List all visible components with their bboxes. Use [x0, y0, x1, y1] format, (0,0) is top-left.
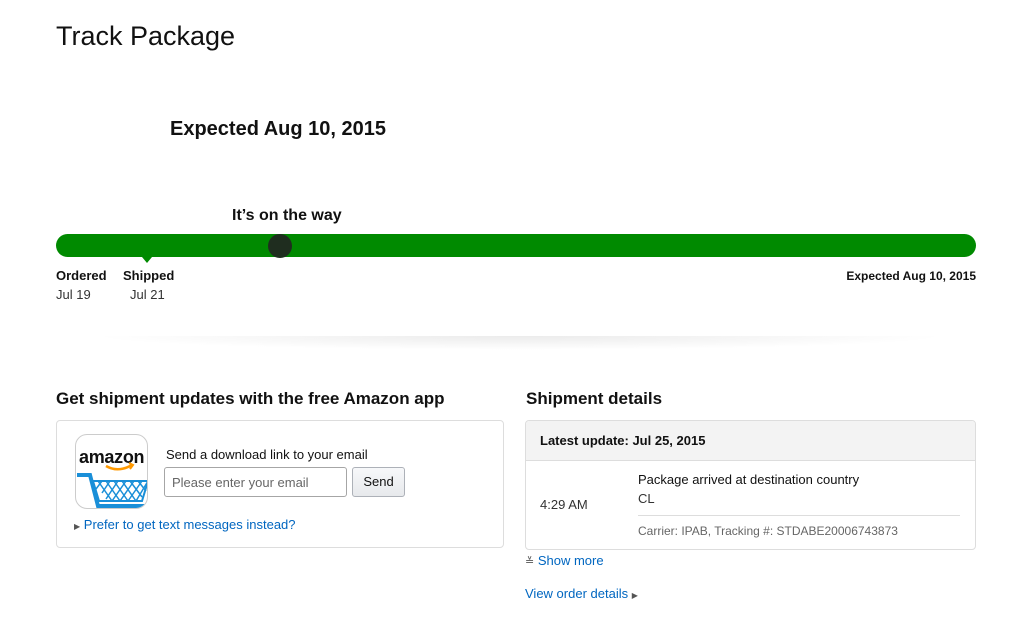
send-button[interactable]: Send — [352, 467, 405, 497]
shipment-details-heading: Shipment details — [526, 389, 663, 408]
milestone-ordered-label: Ordered — [56, 268, 107, 283]
view-order-details-link[interactable]: View order details ▶ — [525, 586, 638, 604]
carrier-info: Carrier: IPAB, Tracking #: STDABE2000674… — [638, 524, 898, 538]
shipment-status-label: It’s on the way — [232, 207, 342, 224]
caret-right-icon: ▶ — [631, 591, 638, 600]
milestone-shipped-label: Shipped — [123, 268, 175, 283]
milestone-expected-label: Expected Aug 10, 2015 — [846, 269, 976, 283]
latest-update-text: Latest update: Jul 25, 2015 — [540, 433, 706, 448]
shopping-cart-icon — [77, 462, 147, 508]
page-title: Track Package — [56, 21, 236, 51]
app-promo-heading: Get shipment updates with the free Amazo… — [56, 389, 445, 408]
sms-link-label: Prefer to get text messages instead? — [83, 517, 296, 532]
sms-link[interactable]: ▶ Prefer to get text messages instead? — [74, 517, 296, 535]
email-prompt: Send a download link to your email — [166, 447, 368, 462]
show-more-link[interactable]: ≚ Show more — [525, 553, 604, 570]
event-location: CL — [638, 491, 655, 506]
event-description: Package arrived at destination country — [638, 472, 860, 487]
double-chevron-down-icon: ≚ — [525, 556, 535, 568]
progress-track — [56, 234, 976, 257]
event-time: 4:29 AM — [540, 497, 588, 512]
expected-delivery-heading: Expected Aug 10, 2015 — [170, 118, 387, 140]
view-order-details-label: View order details — [525, 586, 629, 601]
milestone-ordered-date: Jul 19 — [56, 287, 91, 302]
shipped-notch-icon — [142, 257, 152, 263]
section-divider — [90, 336, 950, 350]
show-more-label: Show more — [537, 553, 604, 568]
event-divider — [638, 515, 960, 516]
caret-right-icon: ▶ — [74, 522, 81, 531]
latest-update-header: Latest update: Jul 25, 2015 — [526, 421, 975, 461]
milestone-shipped-date: Jul 21 — [130, 287, 165, 302]
email-input[interactable] — [164, 467, 347, 497]
progress-marker — [267, 234, 292, 258]
amazon-logo-icon: amazon — [75, 434, 148, 509]
